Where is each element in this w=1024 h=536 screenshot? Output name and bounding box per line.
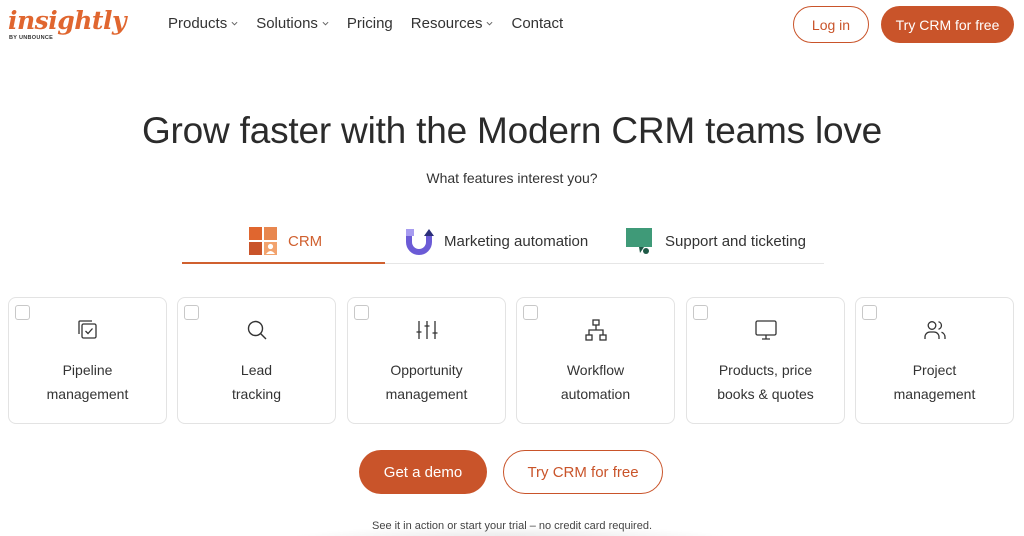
insightly-logo[interactable]: insightly BY UNBOUNCE	[8, 6, 126, 44]
top-nav: insightly BY UNBOUNCE Products Solutions…	[0, 0, 1024, 50]
nav-contact[interactable]: Contact	[511, 15, 563, 32]
nav-products-label: Products	[168, 15, 228, 32]
active-tab-indicator	[182, 262, 385, 264]
crm-grid-icon	[249, 227, 277, 255]
tab-crm-label: CRM	[288, 232, 323, 250]
feature-label-line2: management	[46, 386, 129, 402]
nav-contact-label: Contact	[511, 15, 564, 32]
tab-crm[interactable]: CRM	[248, 218, 322, 264]
feature-card-workflow[interactable]: Workflow automation	[516, 297, 675, 424]
cta-note: See it in action or start your trial – n…	[371, 520, 653, 532]
workflow-icon	[584, 319, 607, 341]
feature-checkbox[interactable]	[15, 305, 30, 320]
feature-card-opportunity[interactable]: Opportunity management	[347, 297, 506, 424]
nav-resources-label: Resources	[410, 15, 483, 32]
nav-pricing-label: Pricing	[346, 15, 393, 32]
chevron-down-icon	[322, 21, 329, 26]
feature-label-line1: Project	[912, 362, 957, 378]
feature-checkbox[interactable]	[354, 305, 369, 320]
feature-label-line1: Lead	[240, 362, 273, 378]
magnet-icon	[406, 229, 434, 255]
feature-label-line1: Workflow	[566, 362, 625, 378]
logo-byline: BY UNBOUNCE	[9, 35, 54, 41]
feature-label: Pipeline management	[9, 358, 166, 406]
feature-label-line2: tracking	[231, 386, 282, 402]
main-menu: Products Solutions Pricing Resources Con…	[168, 15, 581, 32]
logo-wordmark: insightly	[8, 6, 126, 35]
nav-products[interactable]: Products	[168, 15, 238, 32]
feature-label: Project management	[856, 358, 1013, 406]
tab-marketing-label: Marketing automation	[444, 232, 589, 250]
hero-title: Grow faster with the Modern CRM teams lo…	[141, 110, 883, 151]
chevron-down-icon	[231, 21, 238, 26]
feature-card-products-quotes[interactable]: Products, price books & quotes	[686, 297, 845, 424]
feature-label-line1: Pipeline	[62, 362, 113, 378]
feature-tabs: CRM Marketing automation Support and tic…	[182, 218, 824, 264]
feature-checkbox[interactable]	[862, 305, 877, 320]
users-icon	[923, 321, 946, 339]
get-demo-button[interactable]: Get a demo	[359, 450, 487, 494]
pipeline-check-icon	[77, 320, 97, 339]
nav-solutions-label: Solutions	[256, 15, 318, 32]
feature-label-line2: automation	[560, 386, 631, 402]
tab-marketing-automation[interactable]: Marketing automation	[404, 218, 588, 264]
feature-label: Workflow automation	[517, 358, 674, 406]
feature-checkbox[interactable]	[693, 305, 708, 320]
feature-label: Lead tracking	[178, 358, 335, 406]
feature-card-lead-tracking[interactable]: Lead tracking	[177, 297, 336, 424]
feature-label-line2: management	[893, 386, 976, 402]
search-icon	[247, 320, 266, 340]
feature-label-line1: Products, price	[718, 362, 813, 378]
chevron-down-icon	[486, 21, 493, 26]
feature-card-project[interactable]: Project management	[855, 297, 1014, 424]
monitor-icon	[754, 320, 777, 340]
feature-label-line2: books & quotes	[717, 386, 814, 402]
tab-support-label: Support and ticketing	[665, 232, 806, 250]
chat-ticket-icon	[626, 228, 652, 254]
nav-solutions[interactable]: Solutions	[256, 15, 329, 32]
feature-label-line1: Opportunity	[390, 362, 463, 378]
feature-checkbox[interactable]	[184, 305, 199, 320]
login-button[interactable]: Log in	[793, 6, 869, 43]
try-crm-button[interactable]: Try CRM for free	[503, 450, 663, 494]
sliders-icon	[416, 321, 437, 339]
tab-support-ticketing[interactable]: Support and ticketing	[625, 218, 806, 264]
feature-card-pipeline[interactable]: Pipeline management	[8, 297, 167, 424]
hero-subtitle: What features interest you?	[426, 170, 598, 186]
nav-pricing[interactable]: Pricing	[347, 15, 393, 32]
try-crm-nav-button[interactable]: Try CRM for free	[881, 6, 1014, 43]
nav-resources[interactable]: Resources	[411, 15, 494, 32]
feature-label-line2: management	[385, 386, 468, 402]
feature-checkbox[interactable]	[523, 305, 538, 320]
feature-label: Products, price books & quotes	[687, 358, 844, 406]
feature-cards: Pipeline management Lead tracking Opport…	[8, 297, 1016, 424]
feature-label: Opportunity management	[348, 358, 505, 406]
